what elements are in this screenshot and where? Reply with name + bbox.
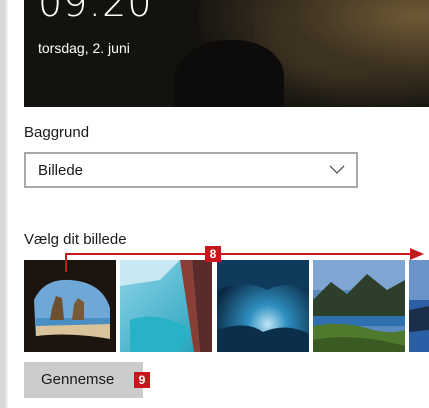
chevron-down-icon [329, 165, 345, 174]
preview-date: torsdag, 2. juni [38, 40, 130, 56]
preview-time: 09:20 [38, 0, 153, 25]
choose-picture-label: Vælg dit billede [24, 231, 127, 248]
browse-button[interactable]: Gennemse [24, 362, 143, 398]
thumbnail-turquoise-water[interactable] [120, 260, 212, 352]
annotation-badge-9: 9 [134, 372, 150, 388]
lock-screen-preview: 09:20 torsdag, 2. juni [24, 0, 429, 107]
thumbnail-ice-cave[interactable] [217, 260, 309, 352]
thumbnail-mountain-lake[interactable] [313, 260, 405, 352]
thumbnail-island-sunset[interactable] [409, 260, 429, 352]
browse-button-label: Gennemse [41, 371, 115, 388]
preview-rock [174, 40, 284, 107]
thumbnail-beach-cave[interactable] [24, 260, 116, 352]
annotation-badge-8: 8 [205, 246, 221, 262]
picture-thumbnails [24, 260, 429, 352]
background-dropdown[interactable]: Billede [24, 152, 358, 188]
window-frame-left-inner [6, 0, 8, 408]
background-label: Baggrund [24, 124, 90, 141]
background-dropdown-value: Billede [38, 162, 84, 179]
